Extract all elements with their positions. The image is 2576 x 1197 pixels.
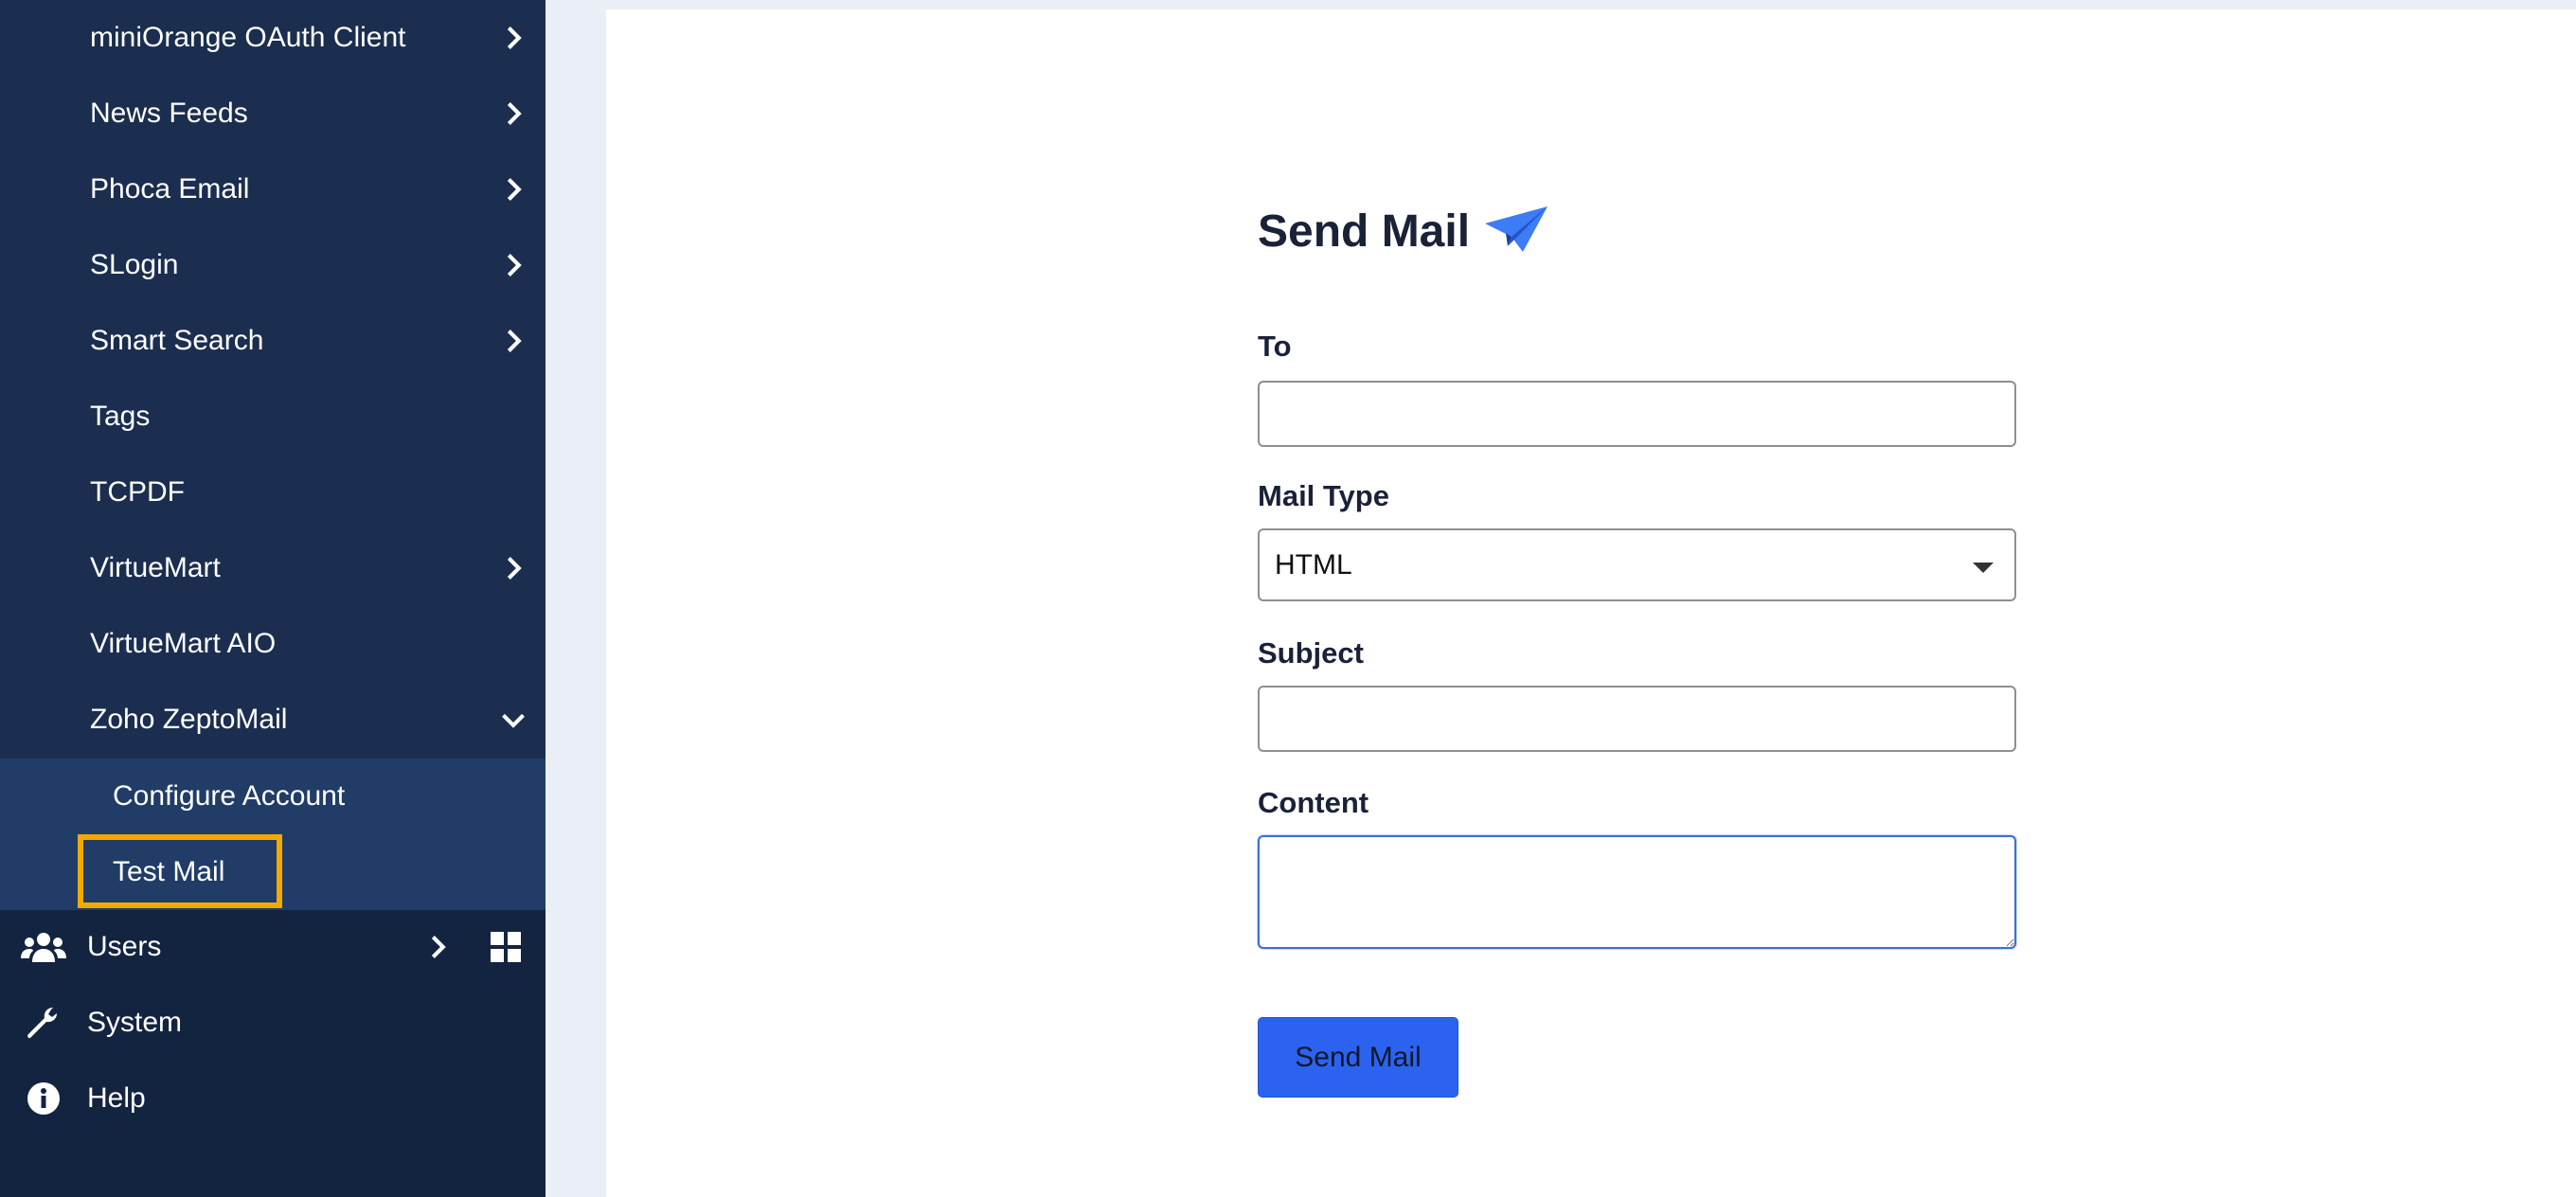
dashboard-grid-icon[interactable]	[491, 932, 521, 962]
paper-plane-icon	[1485, 206, 1548, 252]
mail-type-select[interactable]: HTML	[1258, 528, 2016, 601]
chevron-right-icon	[507, 27, 522, 49]
sidebar: miniOrange OAuth Client News Feeds Phoca…	[0, 0, 546, 1197]
sidebar-item-slogin[interactable]: SLogin	[0, 227, 546, 303]
content-textarea[interactable]	[1258, 835, 2016, 949]
sidebar-item-tcpdf[interactable]: TCPDF	[0, 455, 546, 530]
users-icon	[21, 933, 66, 962]
highlight-box	[78, 834, 282, 908]
info-icon	[27, 1082, 60, 1115]
to-input[interactable]	[1258, 381, 2016, 447]
content-label: Content	[1258, 786, 1369, 819]
page-title: Send Mail	[1258, 205, 1549, 258]
sidebar-item-label: System	[87, 1007, 183, 1038]
subject-label: Subject	[1258, 636, 1364, 670]
subject-input[interactable]	[1258, 686, 2016, 752]
sidebar-item-system[interactable]: System	[0, 985, 546, 1061]
submenu-item-label: Configure Account	[113, 780, 346, 812]
sidebar-item-users[interactable]: Users	[0, 909, 546, 985]
mail-type-label: Mail Type	[1258, 479, 1389, 512]
sidebar-item-virtuemart[interactable]: VirtueMart	[0, 530, 546, 606]
chevron-right-icon	[507, 102, 522, 125]
mail-type-selected-value: HTML	[1275, 548, 1352, 581]
sidebar-item-news-feeds[interactable]: News Feeds	[0, 76, 546, 152]
sidebar-item-smart-search[interactable]: Smart Search	[0, 303, 546, 379]
sidebar-item-label: miniOrange OAuth Client	[90, 22, 406, 53]
sidebar-item-miniorange-oauth-client[interactable]: miniOrange OAuth Client	[0, 0, 546, 76]
sidebar-item-phoca-email[interactable]: Phoca Email	[0, 152, 546, 227]
to-label: To	[1258, 330, 1292, 363]
sidebar-item-label: VirtueMart AIO	[90, 628, 277, 659]
chevron-right-icon	[507, 330, 522, 352]
chevron-right-icon	[507, 557, 522, 580]
chevron-right-icon	[507, 254, 522, 277]
chevron-right-icon	[507, 178, 522, 201]
chevron-down-icon	[502, 713, 525, 728]
sidebar-item-zoho-zeptomail[interactable]: Zoho ZeptoMail	[0, 682, 546, 758]
sidebar-item-label: Phoca Email	[90, 173, 250, 205]
sidebar-item-label: Help	[87, 1082, 146, 1114]
sidebar-item-tags[interactable]: Tags	[0, 379, 546, 455]
sidebar-item-label: SLogin	[90, 249, 179, 280]
main-content: Send Mail To Mail Type HTML Subject Cont…	[606, 9, 2576, 1197]
sidebar-item-label: Zoho ZeptoMail	[90, 704, 288, 735]
sidebar-item-label: Smart Search	[90, 325, 264, 356]
sidebar-item-virtuemart-aio[interactable]: VirtueMart AIO	[0, 606, 546, 682]
submenu-item-configure-account[interactable]: Configure Account	[0, 759, 546, 834]
send-mail-button[interactable]: Send Mail	[1258, 1017, 1458, 1098]
page-title-text: Send Mail	[1258, 205, 1471, 257]
sidebar-item-label: TCPDF	[90, 476, 185, 508]
wrench-icon	[27, 1008, 57, 1039]
sidebar-item-help[interactable]: Help	[0, 1061, 546, 1136]
sidebar-item-label: VirtueMart	[90, 552, 221, 583]
sidebar-item-label: Users	[87, 931, 162, 962]
sidebar-item-label: Tags	[90, 401, 151, 432]
chevron-right-icon[interactable]	[424, 934, 451, 960]
sidebar-item-label: News Feeds	[90, 98, 248, 129]
caret-down-icon	[1973, 563, 1994, 573]
